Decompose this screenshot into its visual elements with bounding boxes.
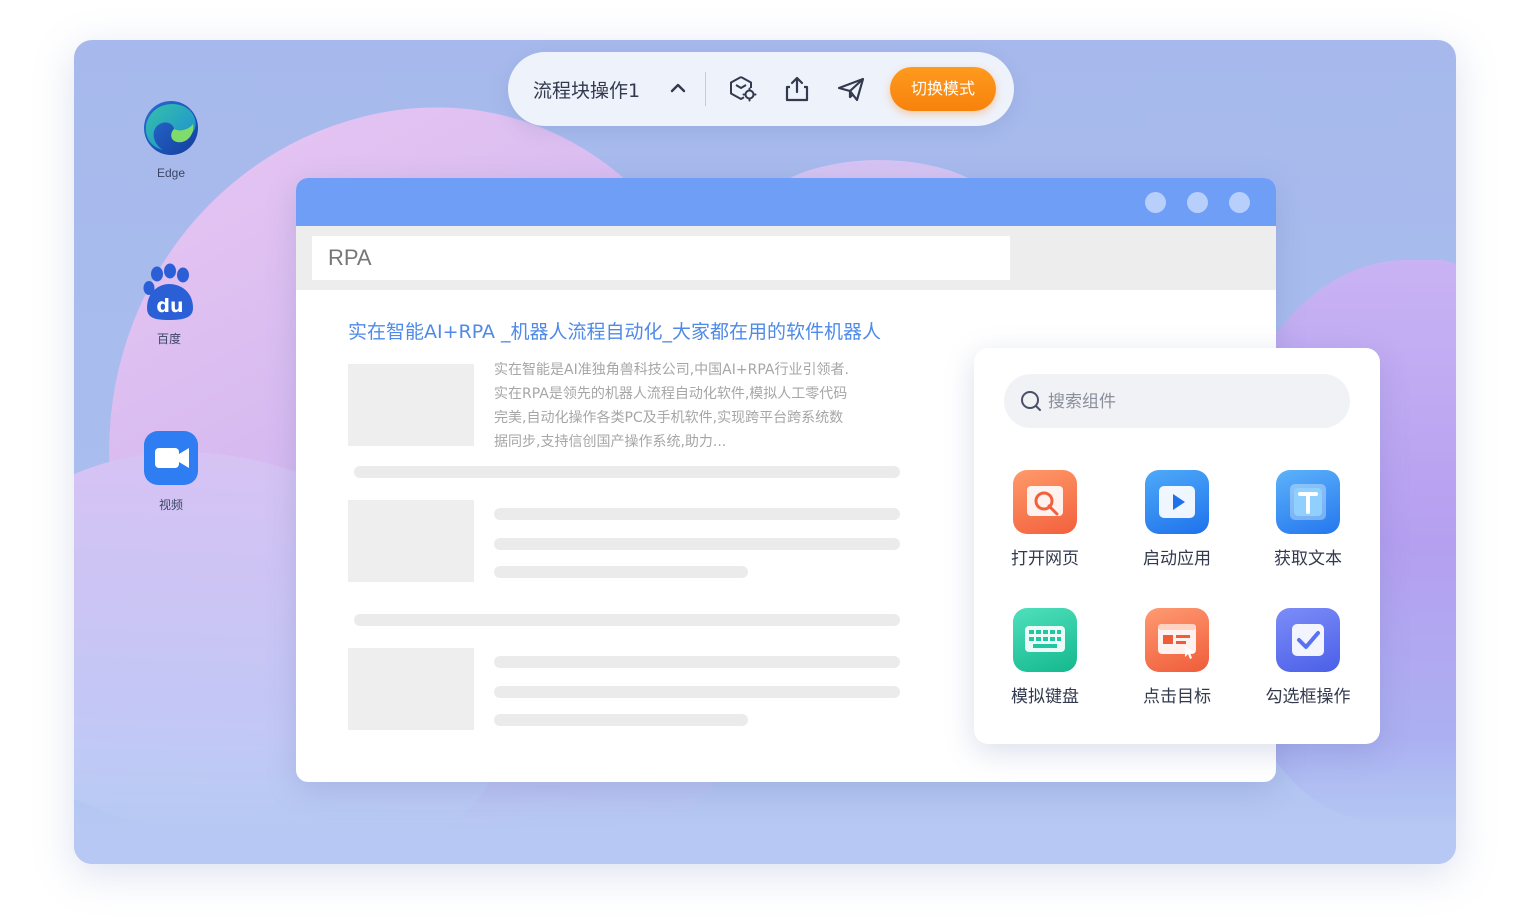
- placeholder-bar: [494, 566, 748, 578]
- search-result-description: 实在智能是AI准独角兽科技公司,中国AI+RPA行业引领者. 实在RPA是领先的…: [494, 358, 914, 454]
- placeholder-bar: [494, 714, 748, 726]
- address-input[interactable]: [312, 236, 1010, 280]
- placeholder-thumbnail: [348, 500, 474, 582]
- open-webpage-icon: [1013, 470, 1077, 534]
- desktop-icon-label: 百度: [156, 332, 181, 346]
- send-paper-plane-icon[interactable]: [836, 74, 866, 104]
- component-label: 点击目标: [1143, 687, 1211, 707]
- placeholder-bar: [494, 686, 900, 698]
- component-label: 勾选框操作: [1265, 687, 1351, 707]
- search-icon: [1020, 390, 1042, 412]
- placeholder-bar: [354, 614, 900, 626]
- svg-text:du: du: [156, 295, 183, 317]
- search-result-title-link[interactable]: 实在智能AI+RPA _机器人流程自动化_大家都在用的软件机器人: [348, 317, 881, 344]
- browser-titlebar: [296, 178, 1276, 226]
- toolbar-divider: [705, 72, 706, 106]
- desktop-icon-baidu[interactable]: du 百度: [119, 262, 219, 347]
- placeholder-bar: [494, 538, 900, 550]
- description-line: 实在RPA是领先的机器人流程自动化软件,模拟人工零代码: [494, 386, 848, 402]
- component-keyboard[interactable]: 模拟键盘: [990, 608, 1100, 707]
- component-launch-app[interactable]: 启动应用: [1122, 470, 1232, 569]
- placeholder-bar: [494, 656, 900, 668]
- desktop-icon-label: Edge: [156, 166, 186, 180]
- component-checkbox[interactable]: 勾选框操作: [1253, 608, 1363, 707]
- description-line: 据同步,支持信创国产操作系统,助力...: [494, 434, 727, 450]
- component-search-box: [1004, 374, 1350, 430]
- placeholder-thumbnail: [348, 648, 474, 730]
- switch-mode-button[interactable]: 切换模式: [890, 67, 996, 111]
- component-label: 启动应用: [1143, 549, 1211, 569]
- component-label: 获取文本: [1274, 549, 1342, 569]
- checkbox-icon: [1276, 608, 1340, 672]
- hexagon-settings-icon[interactable]: [728, 74, 758, 104]
- component-label: 模拟键盘: [1011, 687, 1079, 707]
- result-thumbnail: [348, 364, 474, 446]
- component-click-target[interactable]: 点击目标: [1122, 608, 1232, 707]
- window-control-dot[interactable]: [1187, 192, 1208, 213]
- keyboard-icon: [1013, 608, 1077, 672]
- description-line: 完美,自动化操作各类PC及手机软件,实现跨平台跨系统数: [494, 410, 844, 426]
- desktop-icon-video[interactable]: 视频: [121, 428, 221, 513]
- launch-app-icon: [1145, 470, 1209, 534]
- video-camera-icon: [141, 428, 201, 488]
- edge-browser-icon: [141, 98, 201, 158]
- components-panel: 打开网页 启动应用 获取文本: [974, 348, 1380, 744]
- address-bar: [296, 226, 1276, 290]
- desktop-icon-edge[interactable]: Edge: [121, 98, 221, 180]
- component-label: 打开网页: [1011, 549, 1079, 569]
- chevron-up-icon[interactable]: [668, 78, 688, 98]
- flow-block-title[interactable]: 流程块操作1: [533, 76, 640, 103]
- get-text-icon: [1276, 470, 1340, 534]
- placeholder-bar: [494, 508, 900, 520]
- share-export-icon[interactable]: [782, 74, 812, 104]
- description-line: 实在智能是AI准独角兽科技公司,中国AI+RPA行业引领者.: [494, 362, 849, 378]
- window-control-dot[interactable]: [1229, 192, 1250, 213]
- window-control-dot[interactable]: [1145, 192, 1166, 213]
- placeholder-bar: [354, 466, 900, 478]
- component-get-text[interactable]: 获取文本: [1253, 470, 1363, 569]
- component-search-input[interactable]: [1046, 374, 1340, 430]
- desktop-icon-label: 视频: [158, 498, 183, 512]
- component-open-webpage[interactable]: 打开网页: [990, 470, 1100, 569]
- flow-toolbar: 流程块操作1 切换模式: [508, 52, 1014, 126]
- baidu-paw-icon: du: [139, 262, 199, 322]
- click-target-icon: [1145, 608, 1209, 672]
